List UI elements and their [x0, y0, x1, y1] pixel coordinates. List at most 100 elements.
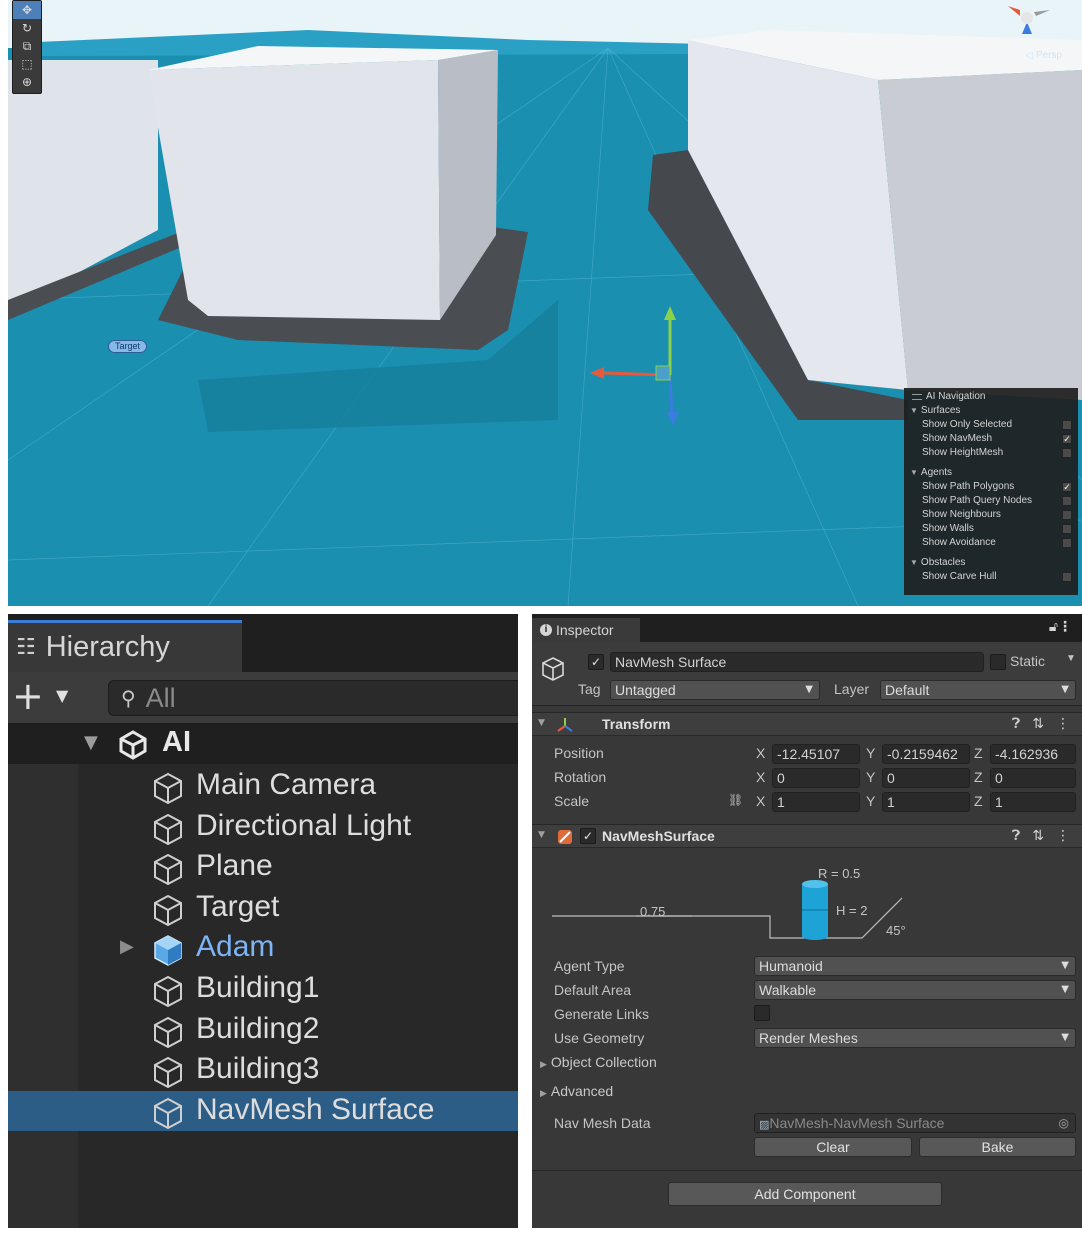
more-menu-icon[interactable]: ⋮ — [1056, 716, 1070, 732]
use-geometry-dropdown[interactable]: Render Meshes ▼ — [754, 1028, 1076, 1048]
hierarchy-item[interactable]: Plane — [8, 847, 518, 887]
scale-tool-icon[interactable]: ⧉ — [13, 37, 41, 55]
checkbox-checked[interactable]: ✓ — [1062, 434, 1072, 444]
navmeshsurface-header[interactable]: ▼ ✓ NavMeshSurface ❓︎ ⇅ ⋮ — [532, 824, 1082, 848]
hierarchy-item[interactable]: Building1 — [8, 969, 518, 1009]
rotation-z-field[interactable]: 0 — [990, 768, 1076, 788]
hierarchy-item[interactable]: NavMesh Surface — [8, 1090, 518, 1131]
section-agents[interactable]: ▼ Agents — [904, 466, 1078, 480]
tag-dropdown[interactable]: Untagged ▼ — [610, 680, 820, 700]
scale-x-field[interactable]: 1 — [772, 792, 860, 812]
hierarchy-item[interactable]: Main Camera — [8, 766, 518, 806]
toggle-show-neighbours[interactable]: Show Neighbours — [904, 508, 1078, 522]
default-area-dropdown[interactable]: Walkable ▼ — [754, 980, 1076, 1000]
more-menu-icon[interactable]: ⋮ — [1056, 828, 1070, 844]
checkbox[interactable] — [1062, 524, 1072, 534]
advanced-foldout[interactable]: ▶ Advanced — [540, 1083, 613, 1099]
hierarchy-item[interactable]: ▶ Adam — [8, 928, 518, 968]
checkbox-checked[interactable]: ✓ — [1062, 482, 1072, 492]
checkbox[interactable] — [1062, 538, 1072, 548]
tab-hierarchy[interactable]: ☷ Hierarchy — [8, 620, 242, 672]
foldout-arrow-icon[interactable]: ▼ — [538, 718, 545, 728]
search-placeholder: All — [145, 682, 176, 713]
hierarchy-item[interactable]: Building2 — [8, 1010, 518, 1050]
preset-icon[interactable]: ⇅ — [1032, 828, 1044, 844]
section-label: Surfaces — [920, 405, 961, 416]
toggle-show-only-selected[interactable]: Show Only Selected — [904, 418, 1078, 432]
checkbox[interactable] — [1062, 448, 1072, 458]
section-label: Agents — [920, 467, 953, 478]
hierarchy-item-label: Building1 — [196, 971, 320, 1004]
active-checkbox[interactable]: ✓ — [588, 654, 604, 670]
help-icon[interactable]: ❓︎ — [1012, 828, 1020, 844]
chevron-down-icon[interactable]: ▼ — [1066, 653, 1076, 664]
section-obstacles[interactable]: ▼ Obstacles — [904, 556, 1078, 570]
chevron-down-icon[interactable]: ▼ — [56, 686, 68, 705]
toggle-label: Show NavMesh — [922, 433, 993, 444]
scale-z-field[interactable]: 1 — [990, 792, 1076, 812]
preset-icon[interactable]: ⇅ — [1032, 716, 1044, 732]
nav-mesh-data-field[interactable]: ▨NavMesh-NavMesh Surface ◎ — [754, 1113, 1076, 1133]
unity-scene-icon — [119, 730, 147, 760]
hierarchy-item-label: Directional Light — [196, 808, 412, 842]
constrain-proportions-icon[interactable]: ⛓︎ — [728, 793, 743, 807]
rotation-y-field[interactable]: 0 — [882, 768, 970, 788]
rotate-tool-icon[interactable]: ↻ — [13, 19, 41, 37]
add-component-button[interactable]: Add Component — [668, 1182, 942, 1206]
checkbox[interactable] — [1062, 420, 1072, 430]
toggle-show-heightmesh[interactable]: Show HeightMesh — [904, 446, 1078, 460]
toggle-show-avoidance[interactable]: Show Avoidance — [904, 536, 1078, 550]
checkbox[interactable] — [1062, 510, 1072, 520]
component-enabled-checkbox[interactable]: ✓ — [580, 828, 596, 844]
object-picker-icon[interactable]: ◎ — [1059, 1114, 1069, 1132]
hierarchy-search-input[interactable]: ⚲ All — [108, 680, 518, 716]
position-y-field[interactable]: -0.2159462 — [882, 744, 970, 764]
toggle-show-walls[interactable]: Show Walls — [904, 522, 1078, 536]
checkbox[interactable] — [1062, 496, 1072, 506]
object-name-field[interactable]: NavMesh Surface — [610, 652, 984, 672]
more-menu-icon[interactable]: ⋮ — [1058, 618, 1072, 635]
layer-dropdown[interactable]: Default ▼ — [880, 680, 1076, 700]
foldout-arrow-icon[interactable]: ▼ — [538, 830, 545, 840]
scale-y-field[interactable]: 1 — [882, 792, 970, 812]
toggle-show-navmesh[interactable]: Show NavMesh ✓ — [904, 432, 1078, 446]
add-object-button[interactable]: + — [12, 677, 44, 715]
lock-icon[interactable]: 🔓︎ — [1049, 619, 1058, 635]
axis-y-label: Y — [866, 769, 876, 785]
position-z-field[interactable]: -4.162936 — [990, 744, 1076, 764]
move-tool-icon[interactable]: ✥ — [13, 1, 41, 19]
agent-type-dropdown[interactable]: Humanoid ▼ — [754, 956, 1076, 976]
generate-links-checkbox[interactable] — [754, 1005, 770, 1021]
bake-button[interactable]: Bake — [919, 1137, 1076, 1157]
clear-button[interactable]: Clear — [754, 1137, 912, 1157]
checkbox[interactable] — [1062, 572, 1072, 582]
scene-root-row[interactable]: ▼ AI — [8, 724, 518, 764]
use-geometry-value: Render Meshes — [759, 1030, 858, 1046]
rect-tool-icon[interactable]: ⬚ — [13, 55, 41, 73]
position-x-field[interactable]: -12.45107 — [772, 744, 860, 764]
toggle-show-path-query-nodes[interactable]: Show Path Query Nodes — [904, 494, 1078, 508]
transform-header[interactable]: ▼ Transform ❓︎ ⇅ ⋮ — [532, 712, 1082, 736]
help-icon[interactable]: ❓︎ — [1012, 716, 1020, 732]
hierarchy-item[interactable]: Directional Light — [8, 807, 518, 847]
expand-arrow-icon[interactable]: ▼ — [84, 732, 98, 753]
static-checkbox[interactable] — [990, 654, 1006, 670]
section-surfaces[interactable]: ▼ Surfaces — [904, 404, 1078, 418]
ai-navigation-title[interactable]: AI Navigation — [904, 390, 1078, 404]
gameobject-cube-icon[interactable] — [540, 656, 566, 682]
orientation-gizmo-icon[interactable] — [1000, 2, 1056, 42]
object-collection-foldout[interactable]: ▶ Object Collection — [540, 1054, 657, 1070]
toggle-show-carve-hull[interactable]: Show Carve Hull — [904, 570, 1078, 584]
toggle-show-path-polygons[interactable]: Show Path Polygons ✓ — [904, 480, 1078, 494]
axis-z-label: Z — [974, 745, 983, 761]
expand-arrow-icon[interactable]: ▶ — [120, 936, 134, 957]
hierarchy-item[interactable]: Building3 — [8, 1050, 518, 1090]
transform-tool-icon[interactable]: ⊕ — [13, 73, 41, 91]
tab-inspector[interactable]: i Inspector — [532, 618, 640, 642]
drag-grip-icon[interactable] — [912, 394, 922, 400]
hierarchy-item[interactable]: Target — [8, 888, 518, 928]
persp-label[interactable]: ◁ Persp — [1025, 50, 1062, 61]
target-label[interactable]: Target — [108, 340, 148, 353]
scene-view[interactable]: ✥ ↻ ⧉ ⬚ ⊕ Target ◁ Persp AI Navigation ▼… — [8, 0, 1082, 606]
rotation-x-field[interactable]: 0 — [772, 768, 860, 788]
